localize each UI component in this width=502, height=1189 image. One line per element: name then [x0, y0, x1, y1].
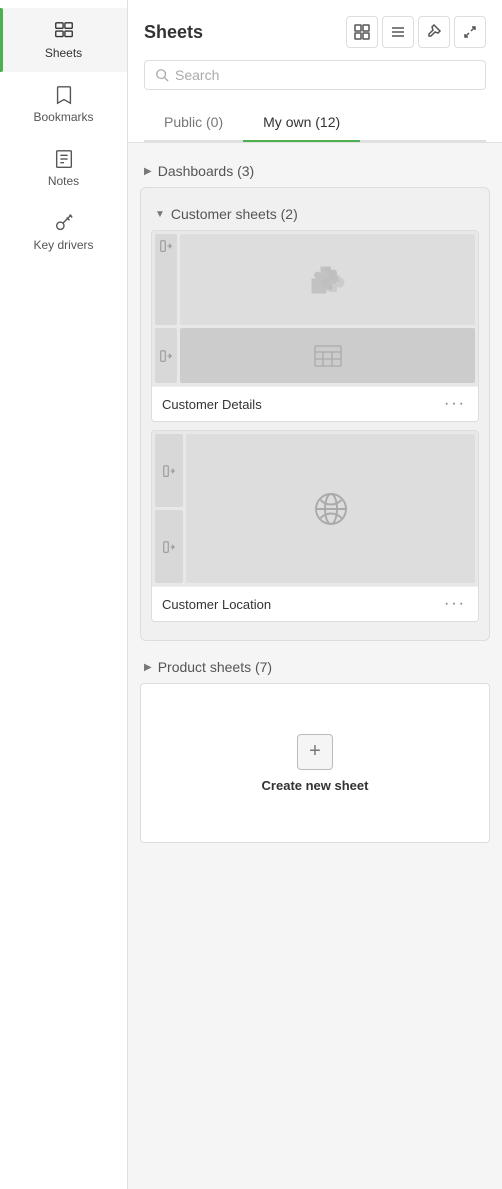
main-content: Sheets [128, 0, 502, 1189]
card-nav-icon-4 [163, 541, 175, 553]
list-icon [390, 24, 406, 40]
notes-icon [53, 148, 75, 170]
sidebar-bookmarks-label: Bookmarks [33, 110, 93, 124]
product-sheets-section-header[interactable]: ▶ Product sheets (7) [140, 651, 490, 683]
sheets-icon [53, 20, 75, 42]
create-plus-icon: + [297, 734, 333, 770]
create-new-sheet-card[interactable]: + Create new sheet [140, 683, 490, 843]
dashboards-section-header[interactable]: ▶ Dashboards (3) [140, 155, 490, 187]
globe-icon [313, 491, 349, 527]
card-nav-icon-1 [160, 240, 172, 252]
customer-details-name: Customer Details [162, 397, 262, 412]
header-actions [346, 16, 486, 48]
customer-details-more-button[interactable]: ··· [442, 395, 468, 413]
expand-icon [462, 24, 478, 40]
grid-view-button[interactable] [346, 16, 378, 48]
customer-details-footer: Customer Details ··· [152, 386, 478, 421]
customer-sheets-chevron: ▼ [155, 209, 165, 220]
customer-sheets-header[interactable]: ▼ Customer sheets (2) [151, 198, 479, 230]
customer-location-footer: Customer Location ··· [152, 586, 478, 621]
pin-icon [426, 24, 442, 40]
page-title: Sheets [144, 22, 203, 43]
sidebar-item-sheets[interactable]: Sheets [0, 8, 127, 72]
tab-public[interactable]: Public (0) [144, 104, 243, 142]
dashboards-label: Dashboards (3) [158, 163, 255, 179]
sidebar-item-bookmarks[interactable]: Bookmarks [0, 72, 127, 136]
product-sheets-label: Product sheets (7) [158, 659, 272, 675]
sidebar-item-notes[interactable]: Notes [0, 136, 127, 200]
table-icon [314, 345, 342, 367]
puzzle-icon [310, 262, 346, 298]
card-nav-icon-2 [160, 350, 172, 362]
list-view-button[interactable] [382, 16, 414, 48]
customer-location-card[interactable]: Customer Location ··· [151, 430, 479, 622]
customer-sheets-container: ▼ Customer sheets (2) [140, 187, 490, 641]
card-nav-icon-3 [163, 465, 175, 477]
content-area: ▶ Dashboards (3) ▼ Customer sheets (2) [128, 143, 502, 855]
expand-button[interactable] [454, 16, 486, 48]
sidebar-key-drivers-label: Key drivers [33, 238, 93, 252]
bookmark-icon [53, 84, 75, 106]
customer-location-name: Customer Location [162, 597, 271, 612]
tabs: Public (0) My own (12) [144, 104, 486, 142]
search-icon [155, 68, 169, 82]
customer-details-card[interactable]: Customer Details ··· [151, 230, 479, 422]
create-sheet-label: Create new sheet [262, 778, 369, 793]
header: Sheets [128, 0, 502, 143]
search-input[interactable] [175, 67, 475, 83]
tab-my-own[interactable]: My own (12) [243, 104, 360, 142]
customer-sheets-label: Customer sheets (2) [171, 206, 298, 222]
product-sheets-chevron: ▶ [144, 662, 152, 673]
header-top: Sheets [144, 16, 486, 48]
sidebar-item-key-drivers[interactable]: Key drivers [0, 200, 127, 264]
key-drivers-icon [53, 212, 75, 234]
pin-button[interactable] [418, 16, 450, 48]
dashboards-chevron: ▶ [144, 166, 152, 177]
customer-location-more-button[interactable]: ··· [442, 595, 468, 613]
sidebar-notes-label: Notes [48, 174, 79, 188]
sidebar-sheets-label: Sheets [45, 46, 82, 60]
grid-icon [354, 24, 370, 40]
search-bar [144, 60, 486, 90]
sidebar: Sheets Bookmarks Notes Key drivers [0, 0, 128, 1189]
